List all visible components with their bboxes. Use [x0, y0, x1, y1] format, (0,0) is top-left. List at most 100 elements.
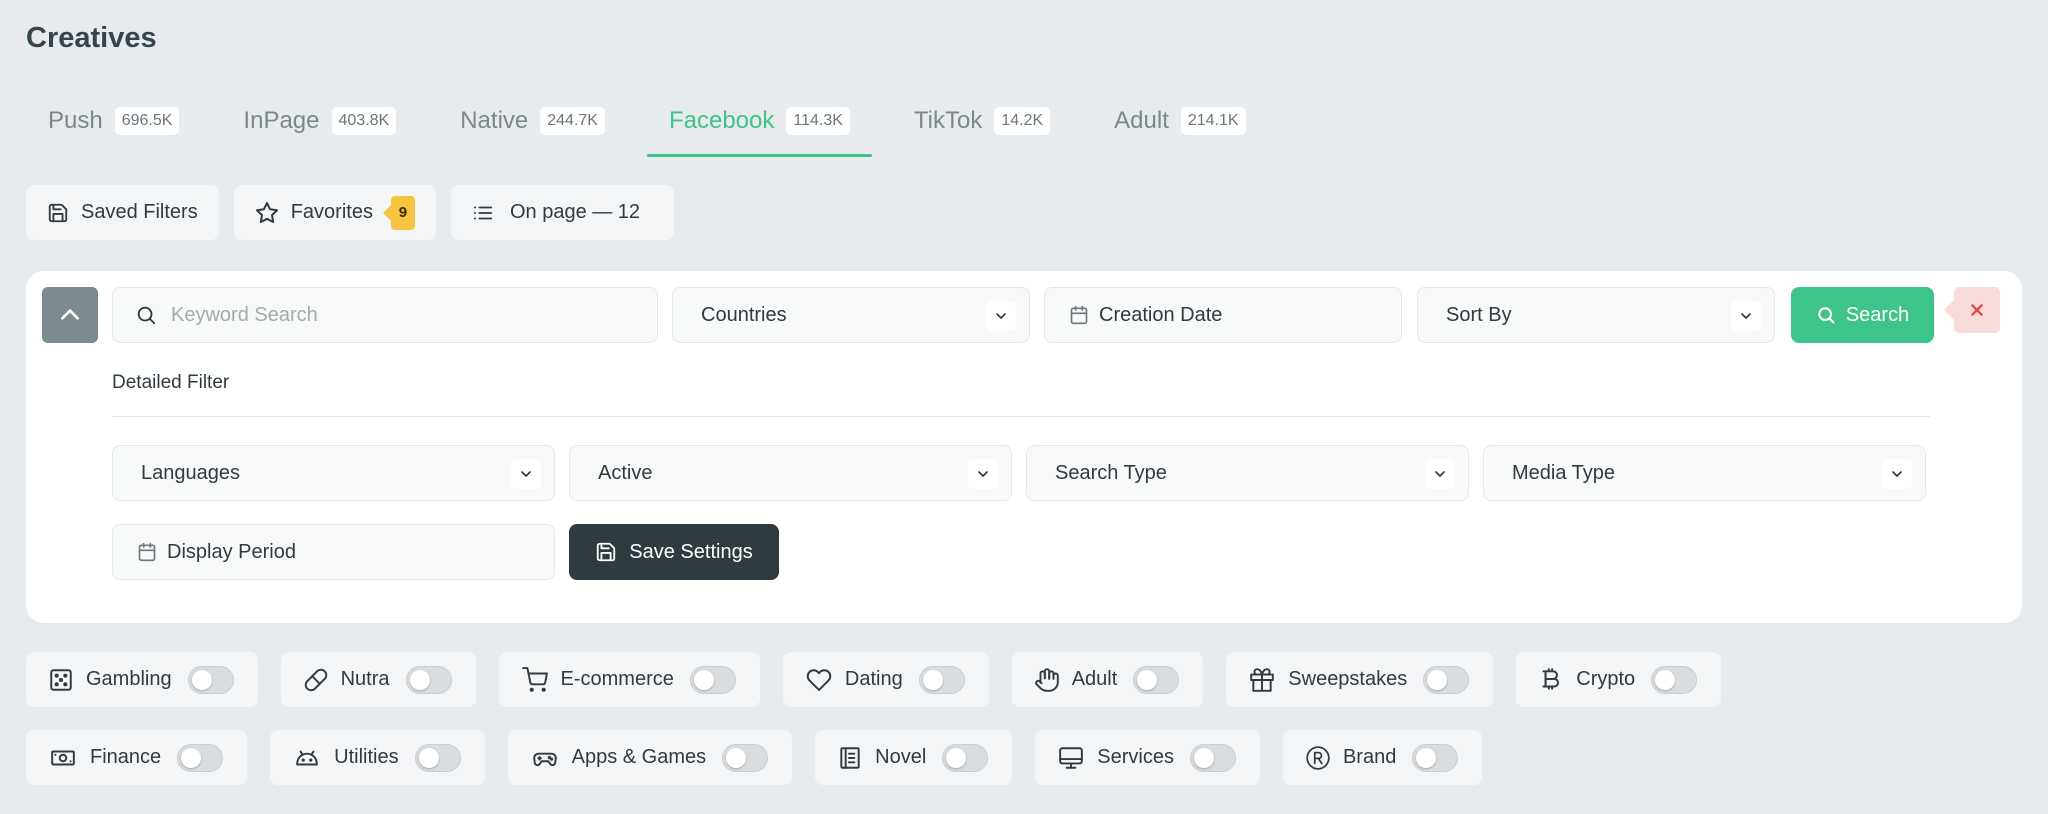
search-button[interactable]: Search — [1791, 287, 1934, 343]
collapse-filters-button[interactable] — [42, 287, 98, 343]
tab-native[interactable]: Native 244.7K — [438, 86, 627, 156]
tab-count: 214.1K — [1180, 107, 1246, 135]
tab-inpage[interactable]: InPage 403.8K — [221, 86, 418, 156]
category-toggles-row-2: Finance Utilities Apps & Games Novel Ser… — [26, 730, 1483, 785]
search-button-label: Search — [1845, 303, 1910, 326]
display-period-picker[interactable]: Display Period — [112, 524, 555, 580]
favorites-count-badge: 9 — [382, 195, 415, 230]
countries-label: Countries — [701, 303, 787, 326]
floppy-disk-icon — [47, 202, 69, 224]
services-toggle[interactable] — [1189, 743, 1236, 772]
detailed-filter-heading: Detailed Filter — [112, 372, 230, 393]
category-apps-games: Apps & Games — [507, 730, 793, 785]
sort-by-select[interactable]: Sort By — [1417, 287, 1775, 343]
apps-games-toggle[interactable] — [722, 743, 769, 772]
ecommerce-toggle[interactable] — [689, 665, 736, 694]
category-brand: Brand — [1282, 730, 1483, 785]
divider — [112, 416, 1930, 417]
creation-date-label: Creation Date — [1099, 303, 1223, 326]
clear-filters-button[interactable] — [1944, 287, 2000, 333]
favorites-button[interactable]: Favorites 9 — [233, 185, 436, 240]
category-label: Dating — [844, 668, 903, 690]
category-label: Brand — [1342, 746, 1397, 768]
category-nutra: Nutra — [280, 652, 476, 707]
save-settings-button[interactable]: Save Settings — [569, 524, 779, 580]
registered-icon — [1305, 745, 1331, 771]
utilities-toggle[interactable] — [414, 743, 461, 772]
tab-tiktok[interactable]: TikTok 14.2K — [892, 86, 1072, 156]
saved-filters-button[interactable]: Saved Filters — [26, 185, 219, 240]
tab-label: Push — [48, 107, 103, 134]
tab-facebook[interactable]: Facebook 114.3K — [646, 86, 872, 157]
search-type-select[interactable]: Search Type — [1026, 445, 1469, 501]
chevron-down-icon — [1425, 459, 1455, 489]
nutra-toggle[interactable] — [405, 665, 452, 694]
search-icon — [1816, 305, 1836, 325]
active-select[interactable]: Active — [569, 445, 1012, 501]
category-crypto: Crypto — [1516, 652, 1722, 707]
tab-label: Facebook — [668, 107, 775, 134]
tab-push[interactable]: Push 696.5K — [26, 86, 201, 156]
tab-label: TikTok — [913, 107, 983, 134]
bitcoin-icon — [1538, 667, 1564, 693]
calendar-icon — [1069, 305, 1089, 325]
dating-toggle[interactable] — [918, 665, 965, 694]
category-finance: Finance — [26, 730, 248, 785]
media-type-select[interactable]: Media Type — [1483, 445, 1926, 501]
on-page-label: On page — 12 — [509, 201, 641, 223]
tab-label: Adult — [1114, 107, 1169, 134]
gift-icon — [1248, 667, 1276, 693]
category-toggles-row-1: Gambling Nutra E-commerce Dating Adult S — [26, 652, 1722, 707]
category-adult: Adult — [1011, 652, 1204, 707]
adult-toggle[interactable] — [1133, 665, 1180, 694]
hand-icon — [1034, 666, 1060, 694]
keyword-search-input[interactable] — [171, 303, 629, 327]
monitor-icon — [1057, 745, 1085, 771]
tab-adult[interactable]: Adult 214.1K — [1092, 86, 1267, 156]
languages-select[interactable]: Languages — [112, 445, 555, 501]
media-type-label: Media Type — [1512, 461, 1616, 484]
languages-label: Languages — [141, 461, 240, 484]
gambling-toggle[interactable] — [187, 665, 234, 694]
crypto-toggle[interactable] — [1651, 665, 1698, 694]
category-label: Adult — [1071, 668, 1118, 690]
category-sweepstakes: Sweepstakes — [1226, 652, 1494, 707]
chevron-down-icon — [1882, 459, 1912, 489]
novel-toggle[interactable] — [942, 743, 989, 772]
chevron-down-icon — [986, 301, 1016, 331]
chevron-down-icon — [1731, 301, 1761, 331]
category-ecommerce: E-commerce — [498, 652, 760, 707]
tab-label: Native — [460, 107, 529, 134]
dice-icon — [48, 667, 74, 693]
category-dating: Dating — [782, 652, 989, 707]
on-page-button[interactable]: On page — 12 — [450, 185, 675, 240]
tab-count: 244.7K — [540, 107, 605, 135]
tab-count: 14.2K — [994, 107, 1051, 135]
star-icon — [255, 201, 279, 225]
category-novel: Novel — [815, 730, 1013, 785]
tab-count: 403.8K — [331, 107, 397, 135]
category-label: Novel — [875, 746, 927, 768]
close-icon — [1969, 302, 1985, 318]
creation-date-picker[interactable]: Creation Date — [1044, 287, 1402, 343]
keyword-search-field[interactable] — [112, 287, 658, 343]
heart-icon — [805, 667, 833, 693]
tab-count: 696.5K — [114, 107, 180, 135]
chevron-down-icon — [968, 459, 998, 489]
display-period-label: Display Period — [167, 540, 296, 563]
category-label: Nutra — [340, 668, 390, 690]
category-label: Services — [1097, 746, 1174, 768]
favorites-label: Favorites — [290, 201, 373, 223]
category-label: Finance — [90, 746, 162, 768]
floppy-disk-icon — [595, 541, 617, 563]
category-label: Sweepstakes — [1288, 668, 1408, 690]
sweepstakes-toggle[interactable] — [1423, 665, 1470, 694]
page-title: Creatives — [26, 22, 157, 54]
chevron-down-icon — [511, 459, 541, 489]
finance-toggle[interactable] — [177, 743, 224, 772]
brand-toggle[interactable] — [1412, 743, 1459, 772]
countries-select[interactable]: Countries — [672, 287, 1030, 343]
search-icon — [135, 304, 157, 326]
active-label: Active — [598, 461, 653, 484]
save-settings-label: Save Settings — [629, 540, 753, 563]
